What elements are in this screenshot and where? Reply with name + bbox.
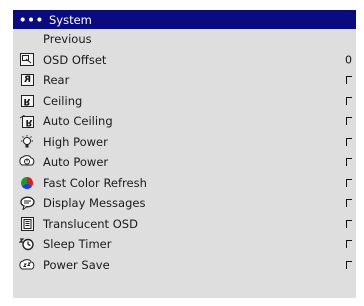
sleep-timer-icon [19,237,35,251]
menu-item-label: Sleep Timer [43,237,112,252]
power-save-icon [19,258,35,272]
previous-item[interactable]: Previous [13,29,356,50]
sleep-timer-checkbox[interactable] [346,240,352,249]
menu-item-label: Fast Color Refresh [43,175,147,190]
auto-ceiling-icon: R [19,114,35,128]
translucent-osd-icon [19,216,35,231]
menu-item-label: High Power [43,134,108,149]
high-power-icon [19,134,35,149]
previous-label: Previous [43,32,92,47]
auto-power-checkbox[interactable] [346,158,352,167]
high-power-checkbox[interactable] [346,137,352,146]
menu-item-ceiling[interactable]: R Ceiling [13,91,356,112]
ceiling-icon: R [19,94,35,108]
menu-item-high-power[interactable]: High Power [13,132,356,153]
osd-offset-icon [19,53,35,67]
power-save-checkbox[interactable] [346,260,352,269]
ceiling-glyph: R [20,94,34,107]
menu-dots-icon: ••• [19,12,45,27]
menu-item-rear[interactable]: R Rear [13,70,356,91]
auto-power-icon [19,155,35,169]
menu-item-label: OSD Offset [43,52,107,67]
menu-item-display-messages[interactable]: Display Messages [13,193,356,214]
menu-item-power-save[interactable]: Power Save [13,255,356,276]
menu-item-label: Translucent OSD [43,216,138,231]
menu-item-osd-offset[interactable]: OSD Offset 0 [13,50,356,71]
menu-item-label: Rear [43,73,70,88]
menu-item-sleep-timer[interactable]: Sleep Timer [13,234,356,255]
auto-ceiling-glyph: R [25,116,33,127]
rear-glyph: R [20,74,34,87]
auto-ceiling-checkbox[interactable] [346,117,352,126]
menu-item-translucent-osd[interactable]: Translucent OSD [13,214,356,235]
display-messages-checkbox[interactable] [346,199,352,208]
system-menu: ••• System Previous OSD Offset 0 R Rear … [13,10,356,298]
display-messages-icon [19,196,35,211]
translucent-osd-checkbox[interactable] [346,219,352,228]
fast-color-refresh-icon [19,176,35,190]
menu-item-label: Ceiling [43,93,83,108]
rear-checkbox[interactable] [346,76,352,85]
rear-icon: R [19,73,35,87]
menu-item-fast-color-refresh[interactable]: Fast Color Refresh [13,173,356,194]
menu-item-label: Auto Ceiling [43,114,113,129]
menu-item-label: Display Messages [43,196,146,211]
fast-color-refresh-checkbox[interactable] [346,178,352,187]
menu-item-label: Power Save [43,257,110,272]
menu-item-label: Auto Power [43,155,109,170]
ceiling-checkbox[interactable] [346,96,352,105]
menu-title: System [49,12,92,27]
osd-offset-value: 0 [345,53,352,67]
menu-title-bar: ••• System [13,10,356,29]
menu-item-auto-ceiling[interactable]: R Auto Ceiling [13,111,356,132]
menu-item-auto-power[interactable]: Auto Power [13,152,356,173]
